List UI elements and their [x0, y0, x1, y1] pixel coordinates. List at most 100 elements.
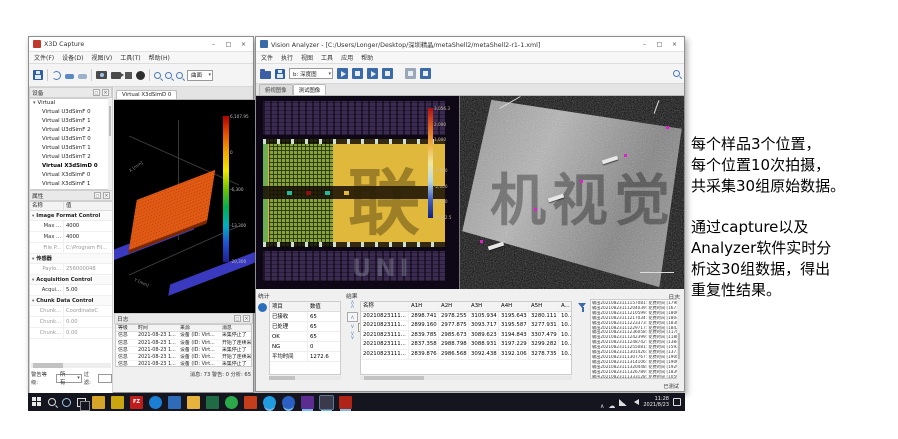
results-row[interactable]: 20210823111... 2837.358 2988.798 3088.93…: [361, 340, 571, 350]
dock-icon[interactable]: [93, 89, 100, 96]
taskbar-app-wechat[interactable]: [225, 396, 238, 409]
property-group[interactable]: Image Format Control: [30, 211, 112, 221]
close-button[interactable]: [236, 38, 251, 50]
search-icon[interactable]: [48, 398, 56, 406]
taskbar-app-utility[interactable]: [111, 396, 124, 409]
tree-item-selected[interactable]: Virtual X3dSimD 0: [30, 162, 112, 171]
taskbar-app-filezilla[interactable]: FZ: [130, 396, 143, 409]
property-row[interactable]: File P...C:\Program Fil...: [30, 243, 112, 254]
tab-top-view[interactable]: 俯视图像: [259, 84, 293, 95]
menu-item[interactable]: 文件(F): [34, 53, 54, 62]
zoom-fit-icon[interactable]: [176, 72, 183, 79]
capture-titlebar[interactable]: X3D Capture: [29, 37, 253, 52]
record-button[interactable]: [405, 68, 416, 79]
menu-item[interactable]: 工具: [321, 53, 333, 62]
next-result-icon[interactable]: [350, 325, 354, 329]
first-result-icon[interactable]: [350, 301, 354, 309]
taskbar-app-skype[interactable]: [263, 396, 276, 409]
menu-item[interactable]: 视图(V): [91, 53, 112, 62]
statistics-row[interactable]: OK 65: [270, 332, 340, 342]
notification-center-icon[interactable]: [673, 398, 681, 406]
property-row[interactable]: Paylo...256000048: [30, 264, 112, 275]
stop-button[interactable]: [352, 68, 363, 79]
menu-item[interactable]: 执行: [281, 53, 293, 62]
log-row[interactable]: 信息 2021-08-23 1... 设备 (ID: Virt... 开始了连续…: [116, 354, 251, 361]
property-row[interactable]: Chunk...0.00: [30, 328, 112, 339]
3d-viewport[interactable]: 6,107.950-6,300-13,300-20,300 X [mm] Y […: [114, 100, 255, 313]
property-group[interactable]: Acquisition Control: [30, 275, 112, 285]
zoom-icon[interactable]: [673, 70, 680, 77]
dock-icon[interactable]: [234, 315, 241, 322]
tree-item[interactable]: Virtual U3dSimF 2: [30, 126, 112, 135]
record-icon[interactable]: [136, 71, 145, 80]
taskbar-app-powerpoint[interactable]: [244, 396, 257, 409]
menu-item[interactable]: 帮助: [361, 53, 373, 62]
heightmap-image[interactable]: 3,056.32,0001,0000-1,000-2,000-3,000-4,0…: [256, 96, 460, 289]
minimize-button[interactable]: [206, 38, 221, 50]
network-icon[interactable]: [619, 399, 627, 406]
last-result-icon[interactable]: [350, 332, 354, 340]
log-row[interactable]: 信息 2021-08-23 1... 设备 (ID: Virt... 采集停止了: [116, 361, 251, 367]
viewport-tab[interactable]: Virtual X3dSimD 0: [116, 90, 177, 99]
pause-button[interactable]: [382, 68, 393, 79]
menu-item[interactable]: 设备(D): [62, 53, 83, 62]
save-icon[interactable]: [33, 70, 43, 80]
filter-icon[interactable]: [578, 303, 587, 312]
statistics-row[interactable]: 已接收 65: [270, 312, 340, 322]
close-icon[interactable]: [102, 89, 109, 96]
taskbar-app-sticky-notes[interactable]: [92, 396, 105, 409]
tab-test-image[interactable]: 测试图像: [293, 84, 327, 95]
start-button[interactable]: [32, 397, 42, 407]
taskbar-app-file-explorer[interactable]: [187, 396, 200, 409]
zoom-out-icon[interactable]: [165, 72, 172, 79]
property-row[interactable]: Chunk...CoordinateC: [30, 306, 112, 317]
menu-item[interactable]: 工具(T): [120, 53, 140, 62]
snapshot-icon[interactable]: [96, 71, 107, 79]
taskbar-app-edge[interactable]: [149, 396, 162, 409]
save-icon[interactable]: [275, 69, 285, 79]
tree-item[interactable]: Virtual X3dSimF 0: [30, 171, 112, 180]
continuous-capture-icon[interactable]: [111, 72, 121, 79]
property-row[interactable]: Chunk...0.00: [30, 317, 112, 328]
taskbar-app-mail[interactable]: [168, 396, 181, 409]
menu-item[interactable]: 帮助(H): [149, 53, 170, 62]
results-row[interactable]: 20210823111... 2899.160 2977.875 3093.71…: [361, 321, 571, 331]
analyzer-titlebar[interactable]: Vision Analyzer - [C:/Users/Longer/Deskt…: [256, 37, 684, 52]
step-button[interactable]: [367, 68, 378, 79]
property-row[interactable]: Max ...4000: [30, 232, 112, 243]
taskbar-app-capture[interactable]: [301, 396, 314, 409]
close-icon[interactable]: [243, 315, 250, 322]
tree-scrollbar[interactable]: [108, 98, 112, 190]
property-group[interactable]: 传感器: [30, 254, 112, 264]
image-source-select[interactable]: b: 深度图: [289, 68, 333, 79]
run-button[interactable]: [337, 68, 348, 79]
dock-icon[interactable]: [94, 192, 101, 199]
disconnect-icon[interactable]: [78, 74, 87, 79]
log-row[interactable]: 信息 2021-08-23 1... 设备 (ID: Virt... 采集停止了: [116, 347, 251, 354]
tree-item[interactable]: Virtual U3dSimT 2: [30, 153, 112, 162]
filter-level-select[interactable]: 所有: [56, 374, 82, 383]
results-row[interactable]: 20210823111... 2839.876 2986.568 3092.43…: [361, 350, 571, 360]
horizontal-scrollbar[interactable]: [360, 376, 572, 380]
connect-icon[interactable]: [65, 74, 74, 79]
settings-button[interactable]: [420, 68, 431, 79]
tree-item[interactable]: Virtual U3dSimF 0: [30, 108, 112, 117]
property-row[interactable]: Max ...4000: [30, 221, 112, 232]
tree-root[interactable]: Virtual: [30, 99, 112, 108]
open-icon[interactable]: [260, 71, 271, 79]
statistics-row[interactable]: 已处理 65: [270, 322, 340, 332]
taskbar-clock[interactable]: 11:28 2021/8/23: [643, 396, 669, 408]
log-row[interactable]: 信息 2021-08-23 1... 设备 (ID: Virt... 采集停止了: [116, 332, 251, 339]
taskbar-app-viewer[interactable]: [339, 396, 352, 409]
taskbar-app-browser[interactable]: [282, 396, 295, 409]
view-mode-select[interactable]: 曲面: [187, 70, 213, 81]
maximize-button[interactable]: [221, 38, 236, 50]
refresh-icon[interactable]: [52, 71, 61, 80]
previous-result-icon[interactable]: [347, 312, 358, 322]
tree-item[interactable]: Virtual X3dSimF 1: [30, 180, 112, 189]
grayscale-image[interactable]: 机视觉: [460, 96, 684, 289]
info-icon[interactable]: [258, 303, 267, 312]
tree-item[interactable]: Virtual U3dSimT 0: [30, 135, 112, 144]
taskbar-app-analyzer[interactable]: [320, 396, 333, 409]
statistics-row[interactable]: 平均时间 1272.6: [270, 352, 340, 362]
